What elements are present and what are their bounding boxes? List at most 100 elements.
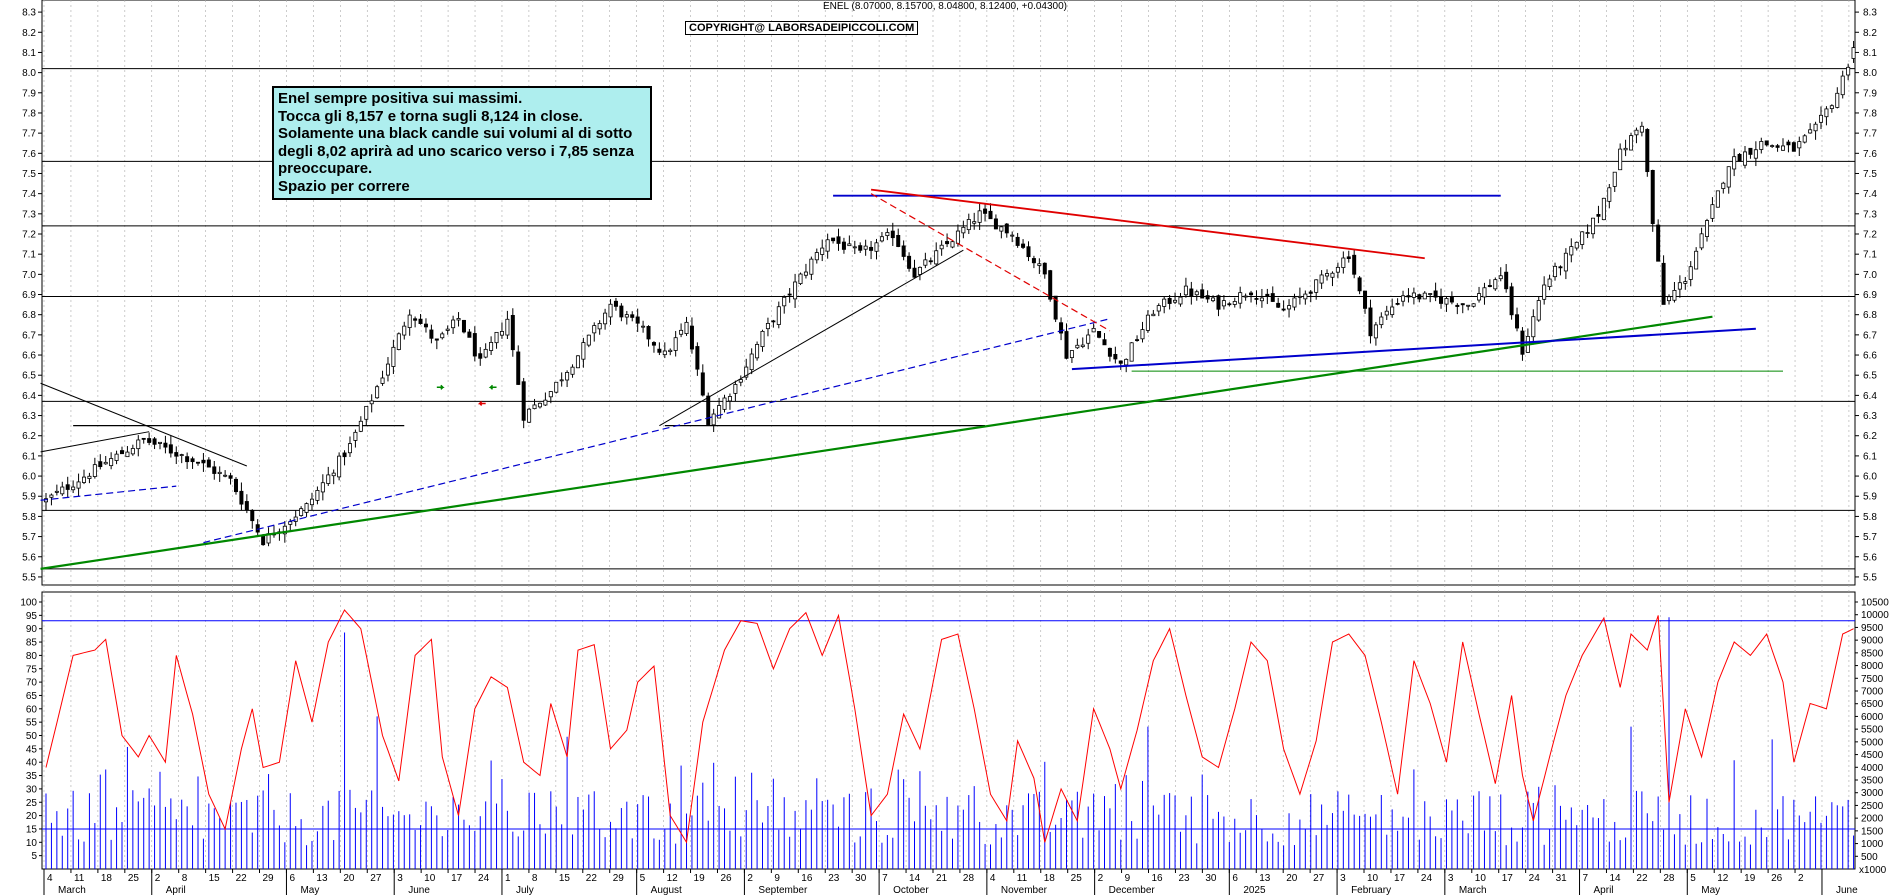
candle-body xyxy=(1384,310,1389,316)
oscillator-tick-label: 50 xyxy=(26,731,38,742)
candle-body xyxy=(1509,286,1514,316)
candle-body xyxy=(1341,257,1346,268)
candle-body xyxy=(250,509,255,522)
candle-body xyxy=(342,452,347,458)
oscillator-tick-label: 35 xyxy=(26,771,38,782)
candle-body xyxy=(765,323,770,330)
candle-body xyxy=(152,438,157,445)
oscillator-tick-label: 85 xyxy=(26,638,38,649)
price-tick-label: 7.8 xyxy=(22,108,36,119)
candle-body xyxy=(1004,223,1009,234)
month-label: March xyxy=(1459,885,1487,895)
candle-body xyxy=(548,391,553,398)
price-tick-label: 6.6 xyxy=(22,351,36,362)
candle-body xyxy=(722,397,727,410)
price-tick-label: 6.3 xyxy=(22,411,36,422)
candle-body xyxy=(472,333,477,357)
volume-tick-label: 3000 xyxy=(1861,788,1884,799)
candle-body xyxy=(1846,66,1851,76)
candle-body xyxy=(983,208,988,214)
candle-body xyxy=(76,481,81,489)
price-tick-label: 5.7 xyxy=(22,532,36,543)
price-tick-label: 5.6 xyxy=(22,552,36,563)
price-tick-label: 8.1 xyxy=(22,48,36,59)
price-tick-label: 6.2 xyxy=(22,431,36,442)
candle-body xyxy=(575,355,580,369)
candle-body xyxy=(646,326,651,340)
oscillator-tick-label: 80 xyxy=(26,651,38,662)
price-tick-label: 6.1 xyxy=(1863,451,1877,462)
candle-body xyxy=(429,329,434,339)
x-tick-label: 22 xyxy=(1636,873,1648,884)
candle-body xyxy=(1607,187,1612,202)
candle-body xyxy=(1021,243,1026,248)
candle-body xyxy=(510,314,515,351)
price-tick-label: 7.1 xyxy=(1863,250,1877,261)
x-tick-label: 8 xyxy=(532,873,538,884)
x-tick-label: 21 xyxy=(936,873,948,884)
candle-body xyxy=(673,337,678,351)
x-tick-label: 6 xyxy=(289,873,295,884)
candle-body xyxy=(163,442,168,448)
x-tick-label: 26 xyxy=(720,873,732,884)
candle-body xyxy=(1205,295,1210,300)
trendline-blue-dashed xyxy=(203,318,1111,544)
candle-body xyxy=(1352,254,1357,275)
candle-body xyxy=(125,451,130,458)
candle-body xyxy=(179,454,184,456)
candle-body xyxy=(1249,292,1254,296)
candle-body xyxy=(1010,234,1015,237)
x-tick-label: 19 xyxy=(1744,873,1756,884)
candle-body xyxy=(1086,334,1091,344)
volume-tick-label: 5500 xyxy=(1861,725,1884,736)
x-tick-label: 22 xyxy=(236,873,248,884)
candle-body xyxy=(1699,233,1704,249)
x-tick-label: 30 xyxy=(855,873,867,884)
candle-body xyxy=(434,338,439,341)
candle-body xyxy=(749,353,754,371)
candle-body xyxy=(1265,293,1270,297)
oscillator-tick-label: 30 xyxy=(26,784,38,795)
x-tick-label: 9 xyxy=(1125,873,1131,884)
x-tick-label: 20 xyxy=(343,873,355,884)
price-tick-label: 6.7 xyxy=(1863,330,1877,341)
candle-body xyxy=(1444,298,1449,305)
candle-body xyxy=(755,344,760,359)
candle-body xyxy=(581,342,586,360)
candle-body xyxy=(1683,281,1688,284)
candle-body xyxy=(1433,290,1438,298)
candle-body xyxy=(521,381,526,421)
candle-body xyxy=(1270,293,1275,302)
candle-body xyxy=(890,230,895,239)
candle-body xyxy=(326,474,331,484)
candle-body xyxy=(831,237,836,242)
candle-body xyxy=(1737,153,1742,162)
price-tick-label: 8.1 xyxy=(1863,48,1877,59)
candle-body xyxy=(1677,282,1682,290)
oscillator-tick-label: 95 xyxy=(26,611,38,622)
candle-body xyxy=(630,314,635,318)
candle-body xyxy=(559,379,564,382)
candle-body xyxy=(1808,129,1813,134)
month-label: April xyxy=(1594,885,1614,895)
candle-body xyxy=(1851,47,1856,59)
candle-body xyxy=(440,333,445,339)
candle-body xyxy=(65,484,70,490)
candle-body xyxy=(1688,266,1693,280)
annotation-note: Enel sempre positiva sui massimi. Tocca … xyxy=(272,86,652,200)
candle-body xyxy=(1048,270,1053,300)
candle-body xyxy=(1200,289,1205,299)
x-tick-label: 11 xyxy=(74,873,85,884)
candle-body xyxy=(81,476,86,483)
candle-body xyxy=(928,260,933,263)
x-tick-label: 27 xyxy=(1313,873,1325,884)
x-tick-label: 16 xyxy=(801,873,813,884)
volume-tick-label: 8000 xyxy=(1861,661,1884,672)
candle-body xyxy=(358,420,363,432)
oscillator-panel-frame xyxy=(41,591,1856,870)
x-tick-label: 2 xyxy=(747,873,753,884)
volume-tick-label: 1000 xyxy=(1861,839,1884,850)
x-tick-label: 10 xyxy=(424,873,436,884)
x-tick-label: 28 xyxy=(963,873,975,884)
candle-body xyxy=(413,318,418,321)
